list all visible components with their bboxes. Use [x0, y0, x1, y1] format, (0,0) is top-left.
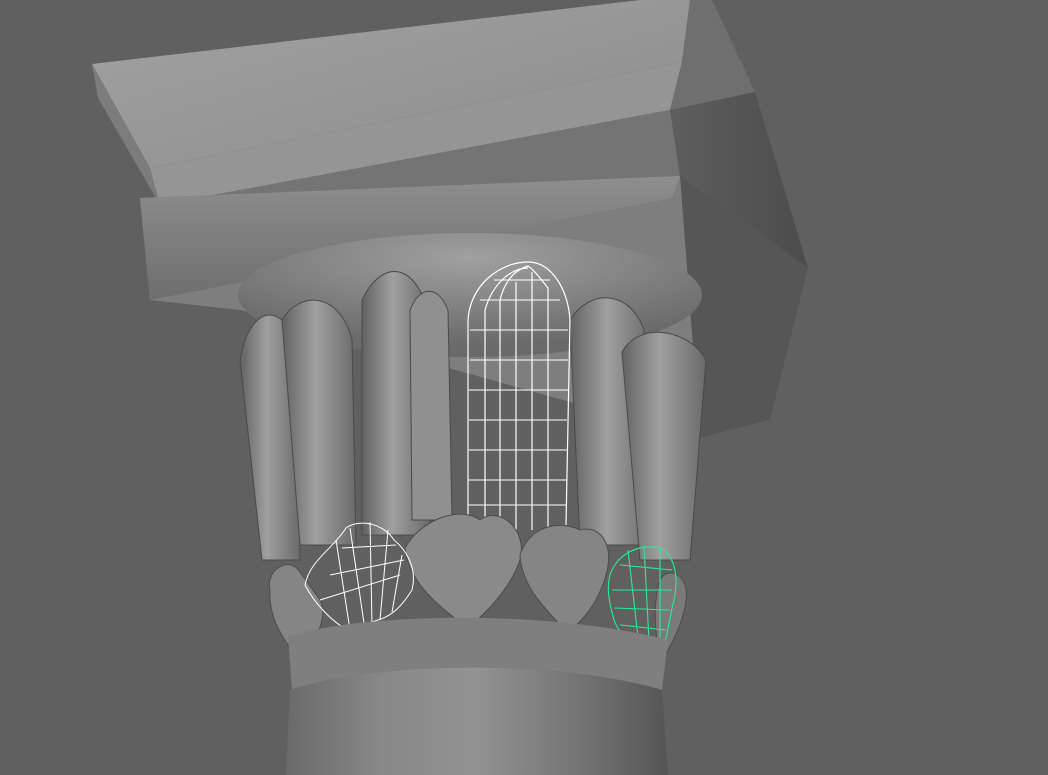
3d-viewport[interactable] — [0, 0, 1048, 775]
column-shaft[interactable] — [286, 667, 668, 775]
viewport-canvas[interactable] — [0, 0, 1048, 775]
